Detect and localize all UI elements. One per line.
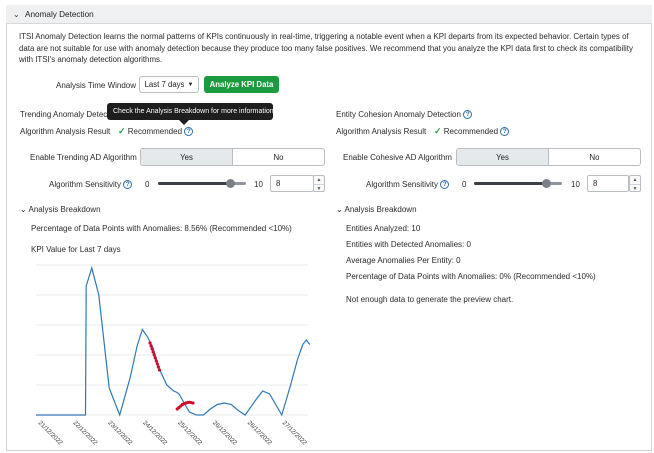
analysis-window-label: Analysis Time Window — [56, 81, 137, 90]
cohesive-slider-max: 10 — [571, 180, 580, 189]
chevron-down-icon: ⌄ — [13, 9, 20, 19]
anomaly-point — [151, 350, 155, 354]
check-icon: ✓ — [118, 126, 126, 136]
time-window-value: Last 7 days — [144, 80, 185, 89]
trending-slider-fill — [158, 182, 230, 185]
anomaly-point — [154, 359, 158, 363]
anomaly-point — [156, 365, 160, 369]
entities-analyzed: Entities Analyzed: 10 — [346, 224, 421, 233]
caret-down-icon: ▼ — [187, 81, 194, 88]
avg-anomalies: Average Anomalies Per Entity: 0 — [346, 256, 461, 265]
section-title: Anomaly Detection — [25, 9, 94, 19]
trending-slider-min: 0 — [145, 180, 150, 189]
x-tick-label: 25/12/2022 — [176, 419, 204, 447]
help-icon[interactable]: ? — [463, 110, 473, 120]
description-text: ITSI Anomaly Detection learns the normal… — [19, 32, 633, 64]
x-tick-label: 22/12/2022 — [71, 419, 99, 447]
info-tooltip: Check the Analysis Breakdown for more in… — [107, 103, 276, 125]
check-icon: ✓ — [434, 126, 442, 136]
cohesive-toggle[interactable]: Yes No — [456, 148, 641, 166]
cohesion-ad-title: Entity Cohesion Anomaly Detection — [336, 110, 461, 119]
trending-result-value: Recommended — [127, 127, 183, 136]
help-icon[interactable]: ? — [123, 180, 133, 190]
anomaly-point — [191, 401, 195, 405]
cohesion-ad-header: Entity Cohesion Anomaly Detection ? — [336, 110, 473, 120]
cohesive-sensitivity-input[interactable]: 8 — [587, 175, 629, 192]
anomaly-point — [152, 353, 156, 357]
trending-stepper[interactable]: ▲ ▼ — [313, 175, 325, 192]
no-data-message: Not enough data to generate the preview … — [346, 295, 514, 304]
trending-breakdown-header[interactable]: ⌄ Analysis Breakdown — [20, 205, 101, 214]
cohesion-breakdown-header[interactable]: ⌄ Analysis Breakdown — [336, 205, 417, 214]
cohesion-result-label: Algorithm Analysis Result — [336, 127, 427, 136]
cohesion-result-value: Recommended — [443, 127, 499, 136]
anomaly-point — [148, 341, 152, 345]
anomaly-point — [155, 362, 159, 366]
kpi-line-chart: 21/12/2022 22/12/2022 23/12/2022 24/12/2022… — [36, 264, 311, 447]
time-window-select[interactable]: Last 7 days ▼ — [139, 76, 199, 93]
trending-sensitivity-label: Algorithm Sensitivity — [49, 180, 122, 189]
cohesion-result: ✓ Recommended ? — [434, 126, 510, 137]
trending-ad-title: Trending Anomaly Detection — [20, 110, 121, 119]
anomaly-point — [153, 356, 157, 360]
cohesive-stepper[interactable]: ▲ ▼ — [629, 175, 641, 192]
cohesion-breakdown-title: Analysis Breakdown — [344, 205, 417, 214]
cohesive-sensitivity: Algorithm Sensitivity ? — [366, 180, 450, 190]
anomaly-point — [157, 368, 162, 372]
trending-toggle[interactable]: Yes No — [140, 148, 325, 166]
help-icon[interactable]: ? — [440, 180, 450, 190]
trending-no-option[interactable]: No — [233, 149, 324, 165]
trending-result-label: Algorithm Analysis Result — [20, 127, 111, 136]
trending-yes-option[interactable]: Yes — [141, 149, 233, 165]
section-header[interactable]: ⌄ Anomaly Detection — [6, 5, 652, 24]
entities-detected: Entities with Detected Anomalies: 0 — [346, 240, 471, 249]
trending-pct-text: Percentage of Data Points with Anomalies… — [31, 224, 292, 233]
cohesive-yes-option[interactable]: Yes — [457, 149, 549, 165]
stepper-up-icon[interactable]: ▲ — [314, 176, 324, 185]
stepper-down-icon[interactable]: ▼ — [314, 185, 324, 193]
help-icon[interactable]: ? — [184, 127, 194, 137]
chevron-down-icon: ⌄ — [336, 205, 343, 214]
x-tick-label: 27/12/2022 — [281, 419, 309, 447]
x-tick-label: 21/12/2022 — [37, 419, 65, 447]
stepper-down-icon[interactable]: ▼ — [630, 185, 640, 193]
x-tick-label: 26/12/2022 — [246, 419, 274, 447]
cohesive-sensitivity-label: Algorithm Sensitivity — [366, 180, 439, 189]
chevron-down-icon: ⌄ — [20, 205, 27, 214]
x-tick-label: 26/12/2022 — [211, 419, 239, 447]
cohesive-no-option[interactable]: No — [549, 149, 640, 165]
anomaly-point — [150, 347, 154, 351]
trending-breakdown-title: Analysis Breakdown — [28, 205, 101, 214]
cohesive-slider-min: 0 — [462, 180, 467, 189]
trending-slider-thumb[interactable] — [226, 179, 235, 188]
x-tick-label: 23/12/2022 — [106, 419, 134, 447]
stepper-up-icon[interactable]: ▲ — [630, 176, 640, 185]
cohesive-slider-thumb[interactable] — [542, 179, 551, 188]
trending-sensitivity: Algorithm Sensitivity ? — [49, 180, 133, 190]
x-tick-label: 24/12/2022 — [141, 419, 169, 447]
kpi-series-line — [36, 265, 311, 417]
anomaly-point — [149, 344, 153, 348]
analyze-kpi-button[interactable]: Analyze KPI Data — [204, 76, 279, 93]
trending-slider-max: 10 — [254, 180, 263, 189]
trending-sensitivity-input[interactable]: 8 — [270, 175, 314, 192]
enable-trending-label: Enable Trending AD Algorithm — [30, 153, 137, 162]
help-icon[interactable]: ? — [500, 127, 510, 137]
trending-result: ✓ Recommended ? — [118, 126, 194, 137]
cohesion-pct-text: Percentage of Data Points with Anomalies… — [346, 272, 596, 281]
enable-cohesive-label: Enable Cohesive AD Algorithm — [343, 153, 452, 162]
cohesive-slider-fill — [474, 182, 546, 185]
